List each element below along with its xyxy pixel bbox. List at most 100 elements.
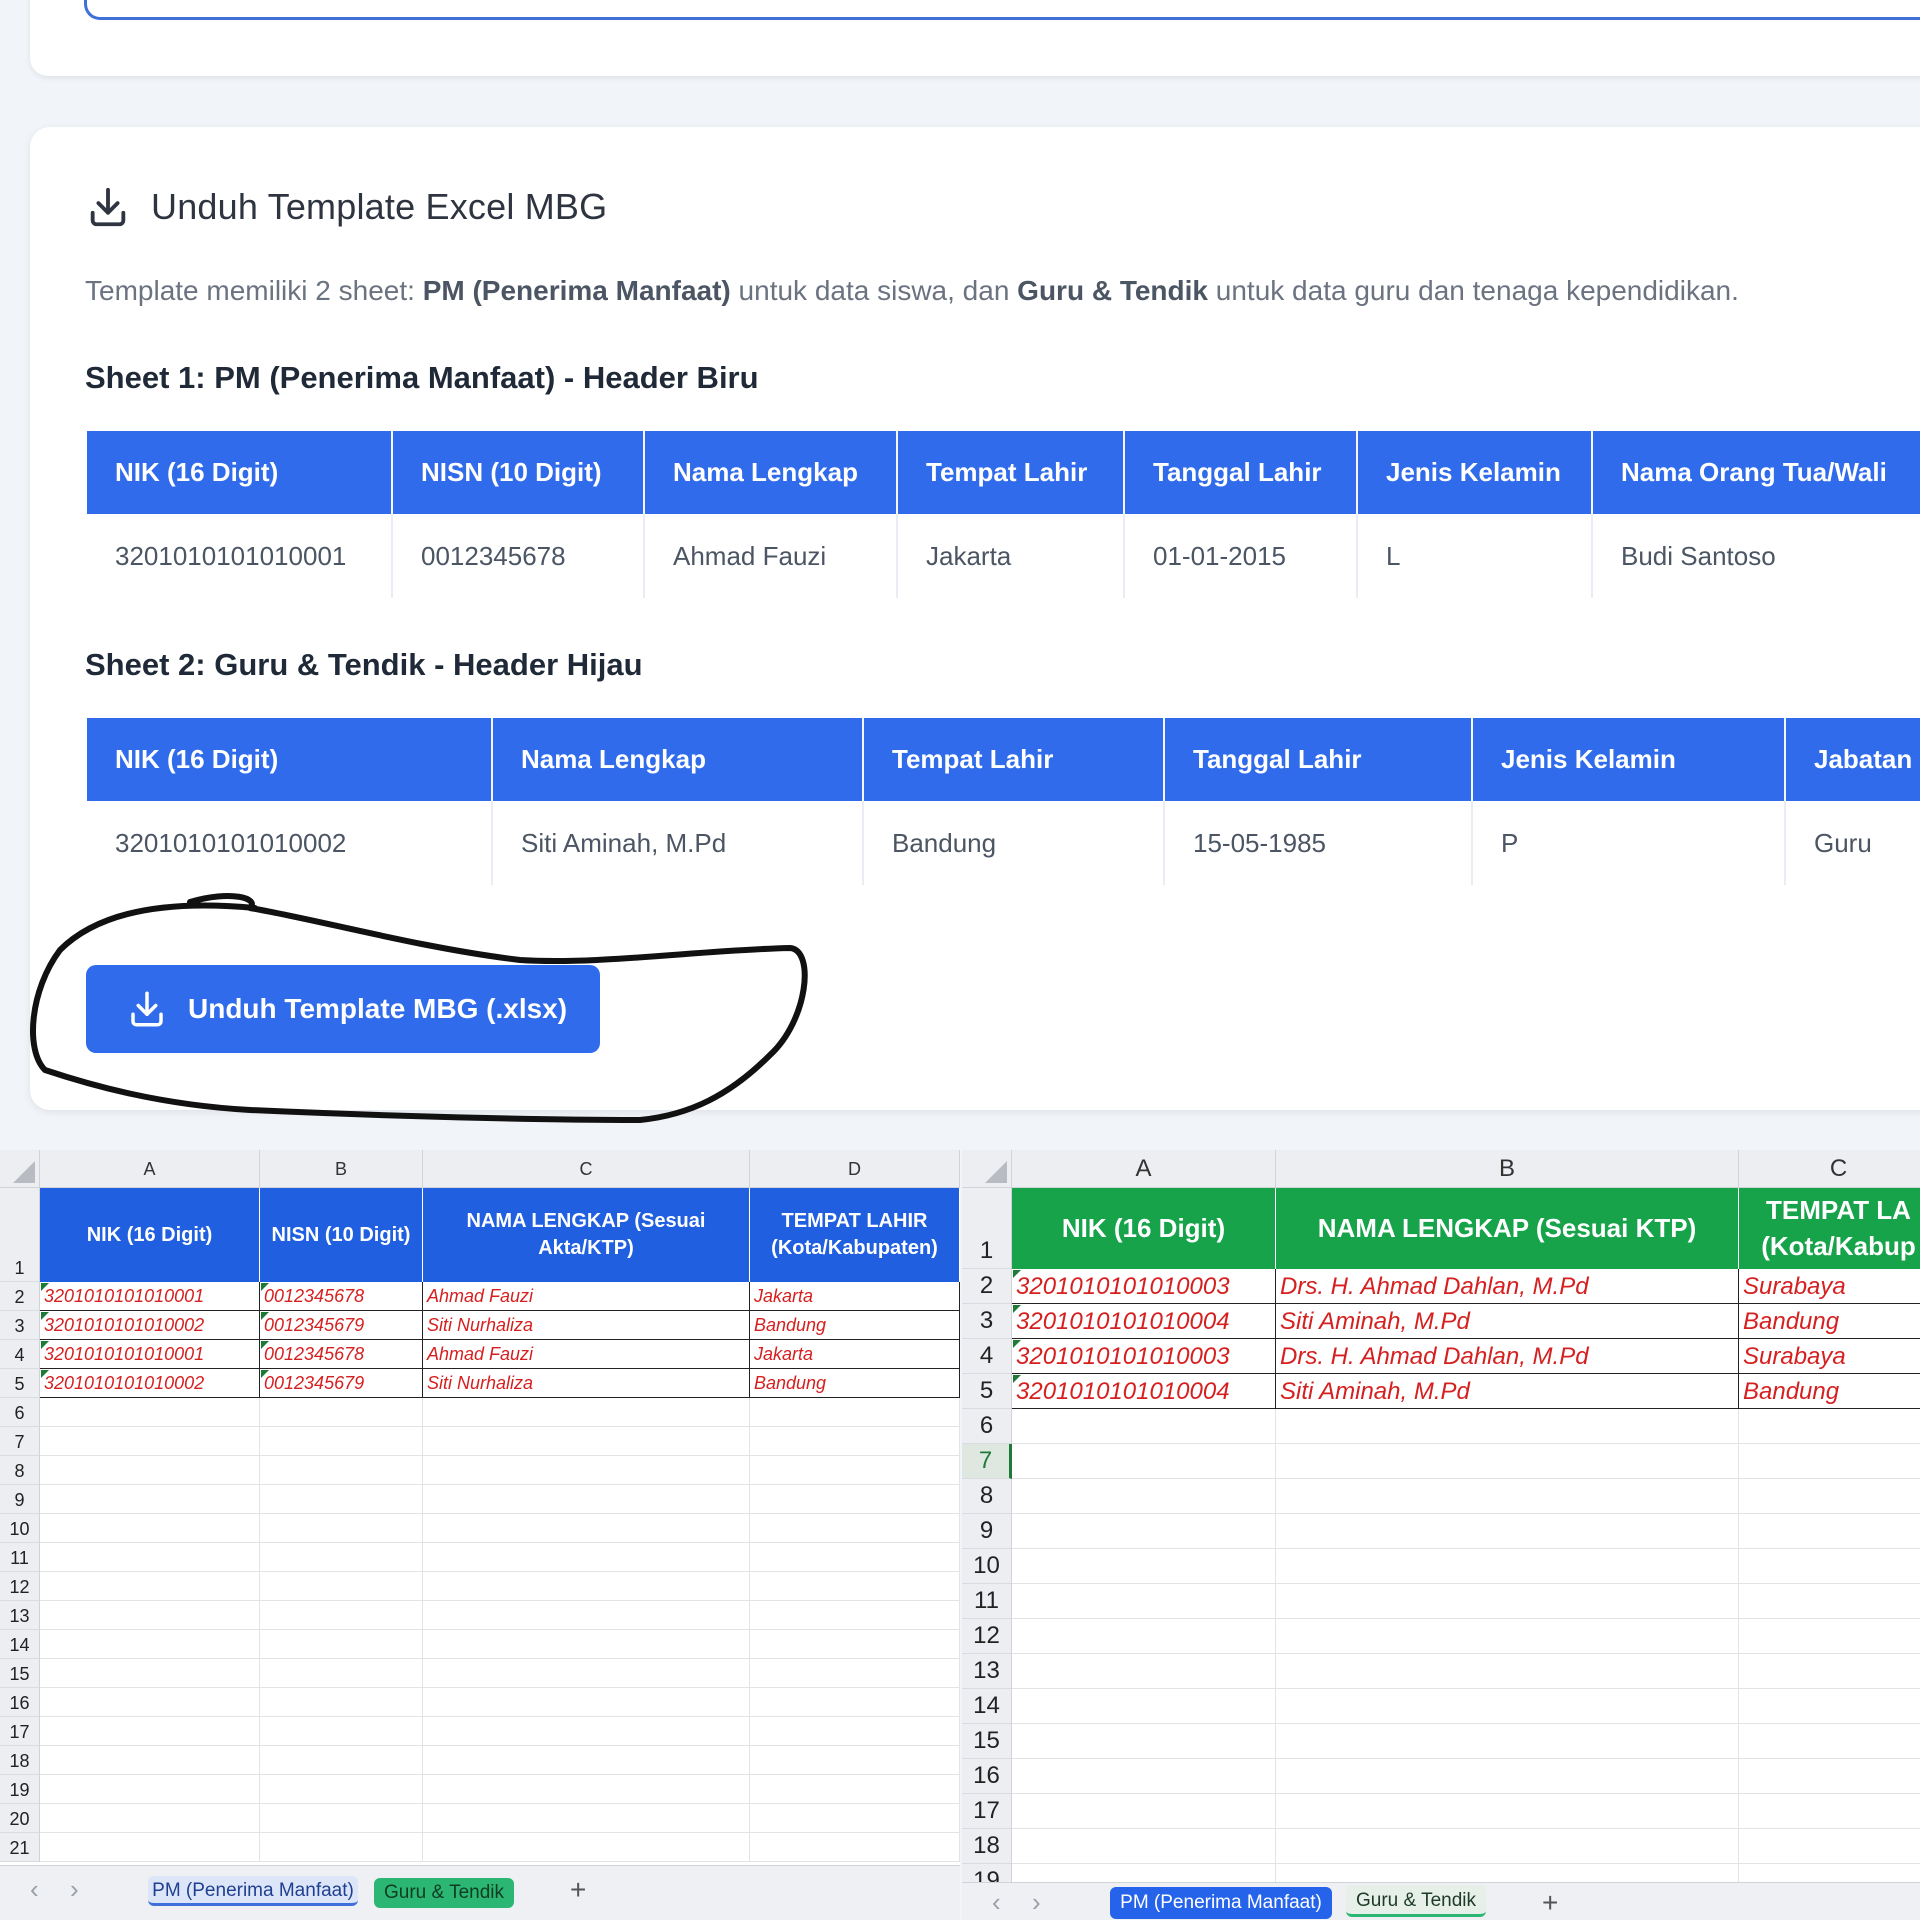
empty-cell[interactable] xyxy=(423,1398,750,1427)
empty-cell[interactable] xyxy=(1012,1619,1276,1654)
empty-cell[interactable] xyxy=(40,1746,260,1775)
row-header[interactable]: 9 xyxy=(0,1485,40,1514)
data-cell[interactable]: 3201010101010003 xyxy=(1012,1339,1276,1374)
row-header[interactable]: 14 xyxy=(962,1689,1012,1724)
prev-sheet-button[interactable]: ‹ xyxy=(992,1887,1001,1918)
empty-cell[interactable] xyxy=(1276,1514,1739,1549)
prev-sheet-button[interactable]: ‹ xyxy=(30,1874,39,1905)
row-header[interactable]: 18 xyxy=(962,1829,1012,1864)
data-cell[interactable]: 3201010101010002 xyxy=(40,1311,260,1340)
empty-cell[interactable] xyxy=(423,1833,750,1862)
row-header[interactable]: 21 xyxy=(0,1833,40,1862)
empty-cell[interactable] xyxy=(1739,1619,1920,1654)
row-header[interactable]: 10 xyxy=(962,1549,1012,1584)
empty-cell[interactable] xyxy=(40,1427,260,1456)
empty-cell[interactable] xyxy=(423,1746,750,1775)
empty-cell[interactable] xyxy=(1739,1689,1920,1724)
row-header[interactable]: 12 xyxy=(0,1572,40,1601)
data-cell[interactable]: Siti Aminah, M.Pd xyxy=(1276,1304,1739,1339)
empty-cell[interactable] xyxy=(260,1572,423,1601)
data-cell[interactable]: 3201010101010004 xyxy=(1012,1374,1276,1409)
row-header[interactable]: 15 xyxy=(0,1659,40,1688)
empty-cell[interactable] xyxy=(40,1572,260,1601)
empty-cell[interactable] xyxy=(40,1804,260,1833)
header-cell[interactable]: TEMPAT LAHIR (Kota/Kabupaten) xyxy=(750,1188,960,1282)
empty-cell[interactable] xyxy=(1276,1409,1739,1444)
empty-cell[interactable] xyxy=(1739,1444,1920,1479)
empty-cell[interactable] xyxy=(1012,1409,1276,1444)
empty-cell[interactable] xyxy=(423,1775,750,1804)
data-cell[interactable]: Jakarta xyxy=(750,1340,960,1369)
empty-cell[interactable] xyxy=(260,1514,423,1543)
data-cell[interactable]: Drs. H. Ahmad Dahlan, M.Pd xyxy=(1276,1269,1739,1304)
empty-cell[interactable] xyxy=(750,1543,960,1572)
empty-cell[interactable] xyxy=(260,1717,423,1746)
empty-cell[interactable] xyxy=(260,1427,423,1456)
empty-cell[interactable] xyxy=(260,1746,423,1775)
data-cell[interactable]: Bandung xyxy=(750,1369,960,1398)
column-header-a[interactable]: A xyxy=(40,1150,260,1188)
empty-cell[interactable] xyxy=(423,1427,750,1456)
row-header[interactable]: 17 xyxy=(962,1794,1012,1829)
empty-cell[interactable] xyxy=(260,1456,423,1485)
empty-cell[interactable] xyxy=(750,1485,960,1514)
sheet-tab-guru[interactable]: Guru & Tendik xyxy=(1346,1885,1486,1917)
data-cell[interactable]: Siti Nurhaliza xyxy=(423,1369,750,1398)
empty-cell[interactable] xyxy=(423,1601,750,1630)
row-header[interactable]: 13 xyxy=(0,1601,40,1630)
data-cell[interactable]: Surabaya xyxy=(1739,1269,1920,1304)
row-header[interactable]: 11 xyxy=(962,1584,1012,1619)
empty-cell[interactable] xyxy=(1012,1514,1276,1549)
empty-cell[interactable] xyxy=(1739,1549,1920,1584)
row-header[interactable]: 1 xyxy=(0,1188,40,1282)
row-header[interactable]: 4 xyxy=(0,1340,40,1369)
empty-cell[interactable] xyxy=(40,1398,260,1427)
data-cell[interactable]: Jakarta xyxy=(750,1282,960,1311)
data-cell[interactable]: 0012345679 xyxy=(260,1311,423,1340)
row-header[interactable]: 16 xyxy=(0,1688,40,1717)
empty-cell[interactable] xyxy=(750,1804,960,1833)
empty-cell[interactable] xyxy=(260,1630,423,1659)
row-header[interactable]: 5 xyxy=(0,1369,40,1398)
empty-cell[interactable] xyxy=(750,1572,960,1601)
empty-cell[interactable] xyxy=(1276,1829,1739,1864)
empty-cell[interactable] xyxy=(40,1514,260,1543)
empty-cell[interactable] xyxy=(1012,1829,1276,1864)
data-cell[interactable]: Bandung xyxy=(750,1311,960,1340)
empty-cell[interactable] xyxy=(1012,1444,1276,1479)
row-header[interactable]: 14 xyxy=(0,1630,40,1659)
row-header[interactable]: 5 xyxy=(962,1374,1012,1409)
data-cell[interactable]: Ahmad Fauzi xyxy=(423,1282,750,1311)
empty-cell[interactable] xyxy=(1012,1584,1276,1619)
empty-cell[interactable] xyxy=(260,1485,423,1514)
empty-cell[interactable] xyxy=(423,1804,750,1833)
empty-cell[interactable] xyxy=(1276,1654,1739,1689)
empty-cell[interactable] xyxy=(750,1833,960,1862)
empty-cell[interactable] xyxy=(1012,1479,1276,1514)
row-header[interactable]: 1 xyxy=(962,1188,1012,1269)
empty-cell[interactable] xyxy=(1739,1584,1920,1619)
empty-cell[interactable] xyxy=(1739,1724,1920,1759)
data-cell[interactable]: Siti Aminah, M.Pd xyxy=(1276,1374,1739,1409)
sheet-tab-pm[interactable]: PM (Penerima Manfaat) xyxy=(148,1876,358,1906)
empty-cell[interactable] xyxy=(1276,1724,1739,1759)
data-cell[interactable]: Bandung xyxy=(1739,1304,1920,1339)
empty-cell[interactable] xyxy=(1276,1619,1739,1654)
data-cell[interactable]: 3201010101010001 xyxy=(40,1340,260,1369)
text-input-fragment[interactable] xyxy=(84,0,1920,20)
header-cell[interactable]: NAMA LENGKAP (Sesuai Akta/KTP) xyxy=(423,1188,750,1282)
select-all-corner[interactable] xyxy=(962,1150,1012,1188)
empty-cell[interactable] xyxy=(750,1398,960,1427)
empty-cell[interactable] xyxy=(1276,1584,1739,1619)
column-header-b[interactable]: B xyxy=(260,1150,423,1188)
row-header[interactable]: 7 xyxy=(962,1444,1012,1479)
empty-cell[interactable] xyxy=(40,1833,260,1862)
empty-cell[interactable] xyxy=(423,1630,750,1659)
column-header-a[interactable]: A xyxy=(1012,1150,1276,1188)
empty-cell[interactable] xyxy=(750,1514,960,1543)
column-header-c[interactable]: C xyxy=(1739,1150,1920,1188)
row-header[interactable]: 19 xyxy=(0,1775,40,1804)
row-header[interactable]: 7 xyxy=(0,1427,40,1456)
data-cell[interactable]: 3201010101010003 xyxy=(1012,1269,1276,1304)
empty-cell[interactable] xyxy=(1012,1759,1276,1794)
